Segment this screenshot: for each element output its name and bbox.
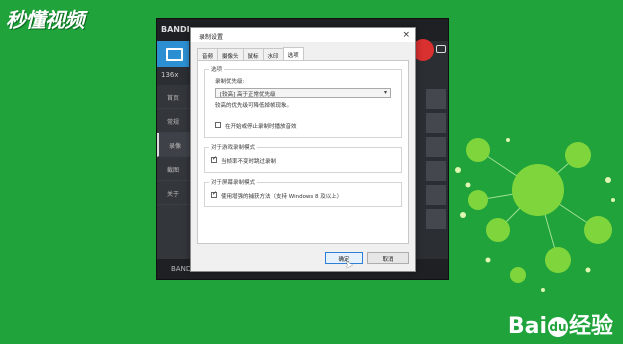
chevron-down-icon: ▾	[383, 89, 387, 96]
dialog-tabs: 音频 摄像头 鼠标 水印 选项	[197, 47, 304, 60]
options-group-legend: 选项	[209, 65, 225, 73]
paw-icon: du	[547, 317, 568, 337]
enhanced-capture-checkbox[interactable]	[211, 190, 217, 198]
priority-label: 录制优先级:	[215, 79, 245, 85]
sidebar-item-general[interactable]: 常规	[157, 109, 191, 133]
dialog-title-bar: 录制设置 ×	[191, 28, 415, 42]
game-mode-legend: 对于游戏录制模式	[209, 143, 258, 151]
options-group: 选项 录制优先级: [较高] 高于正常优先级 ▾ 较高的优先级可降低掉帧现象。 …	[204, 65, 402, 138]
enhanced-capture-label: 使用增强的捕获方法（支持 Windows 8 及以上）	[221, 194, 343, 200]
screen-mode-icon[interactable]	[157, 41, 189, 67]
app-resolution-label: 136x	[161, 71, 179, 79]
watermark-logo: 秒懂视频	[6, 8, 85, 32]
app-sidebar: 首页 常规 录像 截图 关于	[157, 85, 191, 265]
sound-effect-checkbox[interactable]	[215, 122, 221, 128]
app-brand: BANDI	[161, 25, 190, 34]
priority-hint: 较高的优先级可降低掉帧现象。	[215, 103, 293, 109]
screen-mode-group: 对于屏幕录制模式 使用增强的捕获方法（支持 Windows 8 及以上）	[204, 178, 402, 207]
sidebar-item-image[interactable]: 截图	[157, 157, 191, 181]
ok-button[interactable]: 确定	[325, 252, 363, 264]
options-panel: 选项 录制优先级: [较高] 高于正常优先级 ▾ 较高的优先级可降低掉帧现象。 …	[197, 60, 409, 244]
mouse-cursor-icon: ➤	[345, 260, 354, 271]
sound-effect-label: 在开始或停止录制时播放音效	[225, 124, 297, 130]
tab-webcam[interactable]: 摄像头	[217, 48, 244, 60]
app-right-column	[426, 89, 446, 259]
tab-mouse[interactable]: 鼠标	[242, 48, 264, 60]
tab-options[interactable]: 选项	[282, 47, 304, 60]
priority-select[interactable]: [较高] 高于正常优先级 ▾	[215, 88, 391, 98]
cancel-button[interactable]: 取消	[367, 252, 409, 264]
skip-unchanged-checkbox[interactable]	[211, 155, 217, 163]
dialog-title: 录制设置	[199, 34, 224, 41]
screen-mode-legend: 对于屏幕录制模式	[209, 178, 258, 186]
jingyan-text: 经验	[568, 314, 613, 339]
sidebar-item-video[interactable]: 录像	[157, 133, 191, 157]
close-icon[interactable]: ×	[402, 30, 410, 40]
baidu-logo-text: Bai	[507, 314, 547, 339]
tab-watermark[interactable]: 水印	[262, 48, 284, 60]
sidebar-item-about[interactable]: 关于	[157, 181, 191, 205]
priority-select-value: [较高] 高于正常优先级	[220, 92, 276, 98]
sidebar-item-home[interactable]: 首页	[157, 85, 191, 109]
tab-audio[interactable]: 音频	[197, 48, 219, 60]
game-mode-group: 对于游戏录制模式 当帧率不变时跳过录制	[204, 143, 402, 173]
recording-settings-dialog: 录制设置 × 音频 摄像头 鼠标 水印 选项 选项 录制优先级: [较高] 高于…	[190, 27, 416, 272]
skip-unchanged-label: 当帧率不变时跳过录制	[221, 159, 277, 165]
decorative-bubble-graphic	[455, 138, 615, 292]
baidu-jingyan-logo: Bai du 经验	[508, 308, 613, 340]
camera-icon[interactable]	[436, 45, 446, 53]
